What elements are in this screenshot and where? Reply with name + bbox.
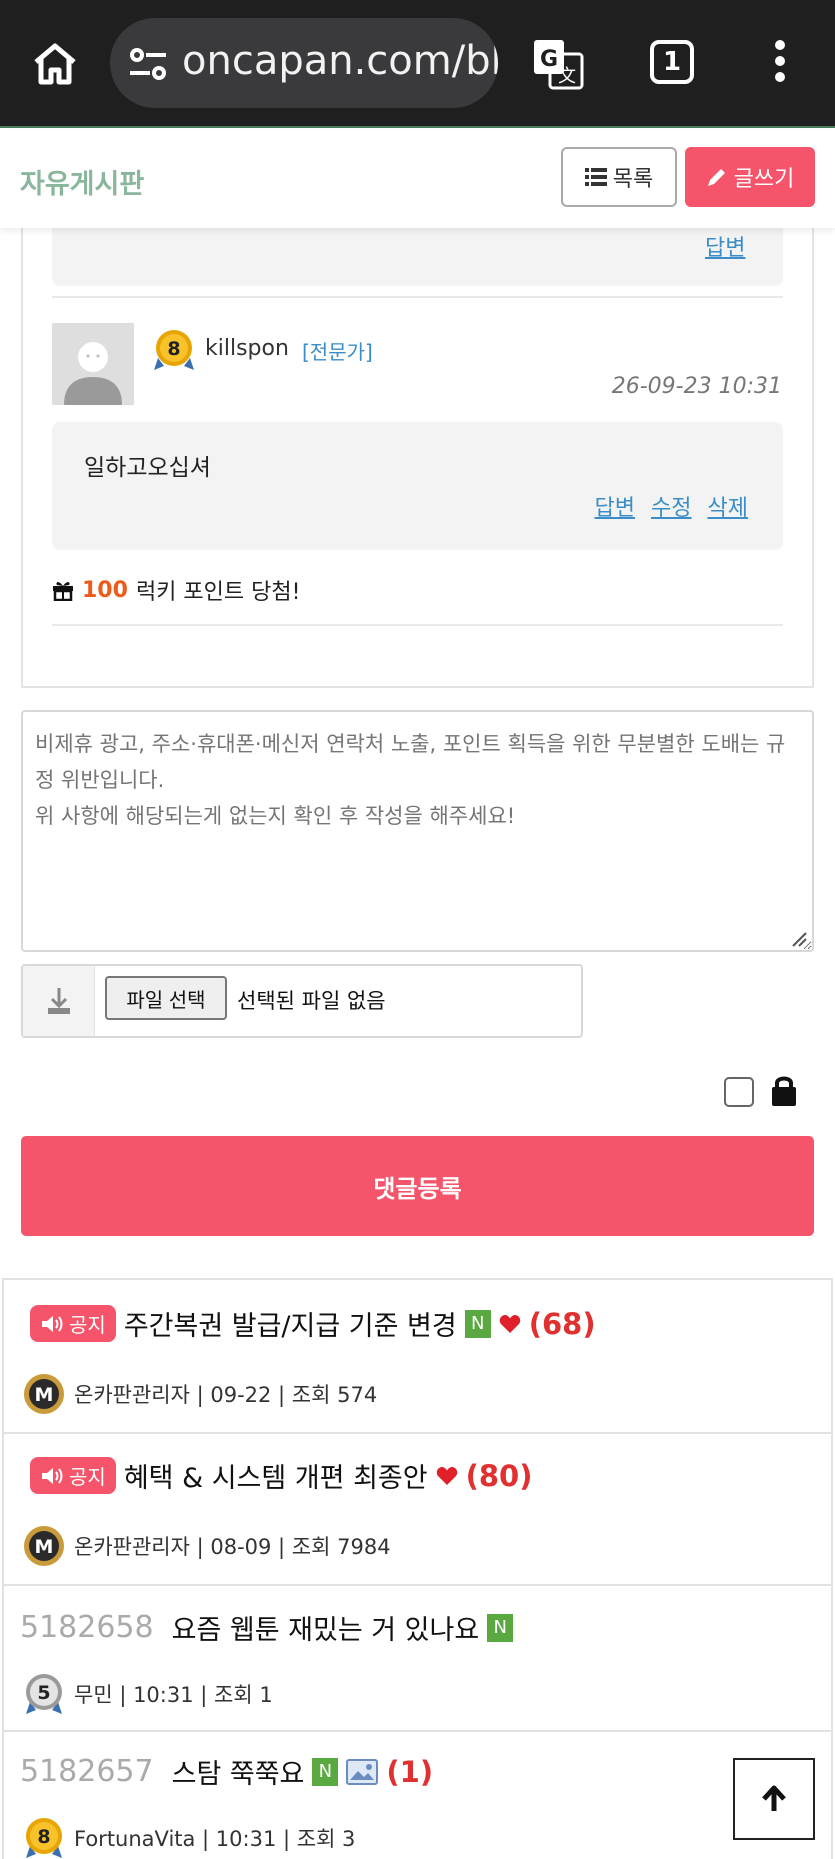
post-title-line: 5182658 요즘 웹툰 재밌는 거 있나요 N — [20, 1608, 514, 1647]
board-header: 자유게시판 목록 글쓰기 — [0, 130, 835, 228]
edit-link[interactable]: 수정 — [651, 490, 691, 522]
tune-icon[interactable] — [128, 46, 168, 82]
list-button[interactable]: 목록 — [561, 147, 677, 207]
post-meta: M 온카판관리자 | 08-09 | 조회 7984 — [22, 1524, 391, 1568]
comment-input[interactable] — [21, 710, 814, 952]
resize-grip-icon[interactable] — [790, 930, 808, 948]
pencil-icon — [707, 169, 725, 186]
scroll-to-top-button[interactable] — [733, 1758, 815, 1840]
svg-text:G: G — [540, 47, 558, 72]
file-icon-cell — [23, 966, 95, 1036]
home-button[interactable] — [30, 38, 80, 88]
list-item[interactable]: 공지 주간복권 발급/지급 기준 변경 N (68) M 온카판관리자 | 09… — [2, 1280, 833, 1434]
delete-link[interactable]: 삭제 — [708, 490, 748, 522]
translate-icon: G 文 — [534, 40, 584, 90]
post-number: 5182657 — [20, 1754, 154, 1789]
file-status: 선택된 파일 없음 — [237, 989, 386, 1013]
default-avatar-icon — [64, 342, 122, 405]
gift-icon — [53, 582, 73, 601]
file-upload: 파일 선택 선택된 파일 없음 — [21, 964, 583, 1038]
file-choose-button[interactable]: 파일 선택 — [105, 976, 227, 1020]
svg-text:5: 5 — [37, 1682, 50, 1704]
post-meta: M 온카판관리자 | 09-22 | 조회 574 — [22, 1372, 377, 1416]
svg-text:8: 8 — [37, 1826, 50, 1848]
post-meta: 8 FortunaVita | 10:31 | 조회 3 — [22, 1816, 355, 1859]
new-badge: N — [487, 1613, 514, 1642]
post-title-line: 공지 주간복권 발급/지급 기준 변경 N (68) — [20, 1304, 596, 1343]
avatar[interactable] — [52, 323, 134, 405]
post-number: 5182658 — [20, 1610, 154, 1645]
speaker-icon — [42, 1467, 63, 1484]
comment-count: (68) — [528, 1306, 596, 1341]
lucky-points-text: 럭키 포인트 당첨! — [135, 580, 301, 605]
new-badge: N — [464, 1309, 491, 1338]
post-meta-text: 무민 | 10:31 | 조회 1 — [74, 1683, 273, 1707]
post-title[interactable]: 요즘 웹툰 재밌는 거 있나요 — [172, 1608, 480, 1647]
reply-link[interactable]: 답변 — [595, 490, 635, 522]
download-icon — [48, 988, 70, 1014]
speaker-icon — [42, 1315, 63, 1332]
arrow-up-icon — [762, 1785, 786, 1811]
notice-badge: 공지 — [30, 1305, 116, 1342]
comment-actions: 답변 수정 삭제 — [595, 490, 748, 522]
svg-text:M: M — [35, 1384, 54, 1406]
address-bar[interactable]: oncapan.com/bl — [110, 18, 498, 108]
lucky-points-notice: 100 럭키 포인트 당첨! — [52, 574, 300, 606]
heart-icon — [499, 1314, 520, 1333]
tab-switcher-button[interactable]: 1 — [650, 40, 694, 84]
heart-icon — [436, 1466, 457, 1485]
svg-text:文: 文 — [558, 66, 576, 87]
submit-comment-button[interactable]: 댓글등록 — [21, 1136, 814, 1236]
post-title-line: 5182657 스탐 쭉쭉요 N (1) — [20, 1752, 433, 1791]
comment-text: 일하고오십셔 — [84, 455, 211, 481]
translate-button[interactable]: G 文 — [530, 36, 586, 92]
post-meta: 5 무민 | 10:31 | 조회 1 — [22, 1672, 273, 1716]
board-title[interactable]: 자유게시판 — [20, 162, 144, 201]
home-icon — [34, 43, 76, 85]
divider — [52, 624, 783, 626]
image-icon — [346, 1758, 379, 1785]
browser-toolbar: oncapan.com/bl G 文 1 — [0, 0, 835, 128]
list-item[interactable]: 5182657 스탐 쭉쭉요 N (1) 8 FortunaVita | 10:… — [2, 1732, 833, 1859]
list-icon — [584, 168, 607, 186]
write-button-label: 글쓰기 — [733, 167, 795, 192]
level-badge-icon: 5 — [26, 1674, 62, 1714]
divider — [52, 296, 783, 298]
secret-checkbox[interactable] — [724, 1077, 754, 1107]
comment-author[interactable]: killspon — [205, 336, 289, 361]
url-text: oncapan.com/bl — [182, 38, 498, 84]
comment-box: 일하고오십셔 답변 수정 삭제 — [52, 422, 783, 550]
notice-badge: 공지 — [30, 1457, 116, 1494]
admin-badge-icon: M — [24, 1374, 64, 1414]
comment-date: 26-09-23 10:31 — [611, 374, 782, 399]
lucky-points-value: 100 — [82, 577, 128, 603]
list-item[interactable]: 공지 혜택 & 시스템 개편 최종안 (80) M 온카판관리자 | 08-09… — [2, 1434, 833, 1586]
write-button[interactable]: 글쓰기 — [685, 147, 815, 207]
comment-count: (80) — [465, 1458, 533, 1493]
post-title[interactable]: 스탐 쭉쭉요 — [172, 1752, 305, 1791]
admin-badge-icon: M — [24, 1526, 64, 1566]
kebab-menu-icon[interactable] — [770, 40, 790, 88]
post-meta-text: 온카판관리자 | 08-09 | 조회 7984 — [74, 1535, 391, 1559]
expert-tag: [전문가] — [302, 340, 373, 364]
post-meta-text: FortunaVita | 10:31 | 조회 3 — [74, 1827, 356, 1851]
svg-text:8: 8 — [167, 338, 180, 360]
post-title-line: 공지 혜택 & 시스템 개편 최종안 (80) — [20, 1456, 532, 1495]
level-badge-icon: 8 — [26, 1818, 62, 1858]
svg-text:M: M — [35, 1536, 54, 1558]
list-button-label: 목록 — [612, 167, 654, 192]
post-meta-text: 온카판관리자 | 09-22 | 조회 574 — [74, 1383, 378, 1407]
list-item[interactable]: 5182658 요즘 웹툰 재밌는 거 있나요 N 5 무민 | 10:31 |… — [2, 1586, 833, 1732]
post-list: 공지 주간복권 발급/지급 기준 변경 N (68) M 온카판관리자 | 09… — [2, 1278, 833, 1859]
post-title[interactable]: 주간복권 발급/지급 기준 변경 — [124, 1304, 457, 1343]
level-badge-icon: 8 — [154, 330, 194, 370]
lock-icon — [772, 1076, 796, 1106]
post-title[interactable]: 혜택 & 시스템 개편 최종안 — [124, 1456, 428, 1495]
previous-reply-link[interactable]: 답변 — [705, 230, 745, 262]
previous-comment-box — [52, 228, 783, 286]
comment-count: (1) — [386, 1754, 434, 1789]
new-badge: N — [312, 1757, 339, 1786]
